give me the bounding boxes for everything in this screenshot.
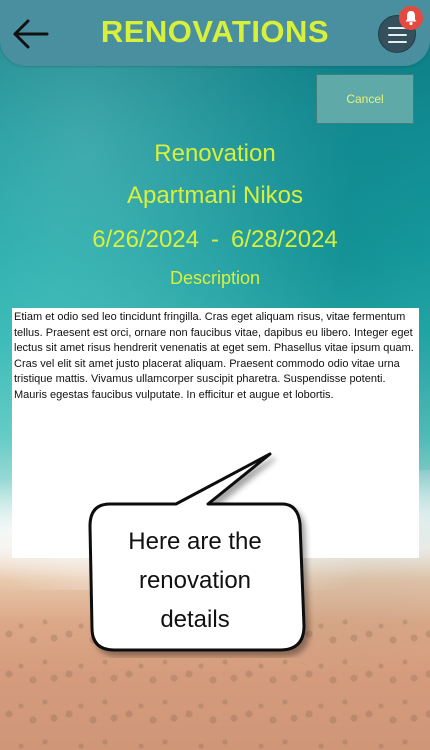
tooltip-bubble: Here are the renovation details	[84, 452, 314, 658]
renovation-type: Renovation	[154, 140, 276, 167]
date-separator: -	[211, 226, 219, 253]
notification-button[interactable]	[399, 6, 423, 30]
end-date: 6/28/2024	[231, 226, 338, 253]
tooltip-text: Here are the renovation details	[128, 528, 262, 633]
start-date: 6/26/2024	[92, 226, 199, 253]
cancel-button[interactable]: Cancel	[316, 74, 414, 124]
app-header: RENOVATIONS	[0, 0, 430, 66]
apartment-name: Apartmani Nikos	[126, 182, 304, 209]
date-range: 6/26/2024-6/28/2024	[0, 226, 430, 254]
description-label: Description	[169, 268, 261, 288]
bell-icon	[405, 11, 417, 26]
page-title: RENOVATIONS	[100, 14, 330, 49]
